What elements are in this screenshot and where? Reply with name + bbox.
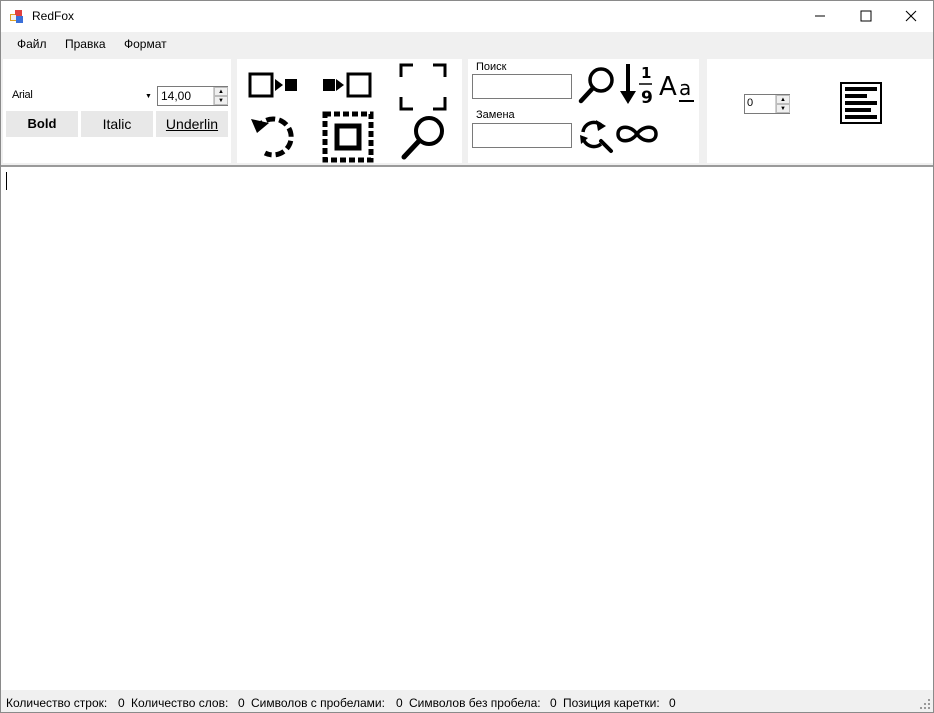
search-label: Поиск — [476, 61, 507, 73]
spin-down-icon[interactable]: ▼ — [776, 104, 790, 113]
svg-text:a: a — [679, 76, 691, 100]
menu-format[interactable]: Формат — [124, 37, 167, 51]
replace-input[interactable] — [472, 123, 572, 148]
app-icon — [10, 10, 23, 23]
menu-bar: Файл Правка Формат — [1, 32, 933, 56]
font-panel: Arial ▼ 14,00 ▲ ▼ Bold Italic Underlin — [3, 59, 231, 163]
app-window: RedFox Файл Правка Формат Arial ▼ 14,00 … — [0, 0, 934, 713]
tools-panel — [237, 59, 462, 163]
align-icon[interactable] — [840, 82, 882, 124]
sort-numeric-icon[interactable]: 1 9 — [618, 61, 656, 107]
title-bar[interactable]: RedFox — [1, 1, 933, 32]
replace-icon[interactable] — [579, 118, 615, 154]
status-bar: Количество строк: 0 Количество слов: 0 С… — [1, 690, 933, 712]
indent-stepper[interactable]: 0 ▲ ▼ — [744, 94, 790, 114]
window-title: RedFox — [32, 9, 75, 23]
align-panel: 0 ▲ ▼ — [707, 59, 933, 163]
font-size-value: 14,00 — [161, 89, 192, 103]
select-all-icon[interactable] — [322, 111, 374, 163]
font-size-stepper[interactable]: 14,00 ▲ ▼ — [157, 86, 228, 106]
bold-button[interactable]: Bold — [6, 111, 78, 137]
spin-down-icon[interactable]: ▼ — [214, 96, 228, 105]
status-chars-nospaces-label: Символов без пробела: — [409, 696, 541, 710]
spin-up-icon[interactable]: ▲ — [776, 95, 790, 104]
search-icon[interactable] — [577, 65, 617, 105]
minimize-icon[interactable] — [797, 1, 843, 31]
indent-spinner: ▲ ▼ — [775, 95, 790, 113]
status-chars-spaces-value: 0 — [396, 696, 403, 710]
menu-edit[interactable]: Правка — [65, 37, 106, 51]
select-frame-icon[interactable] — [397, 61, 449, 113]
infinity-icon[interactable] — [615, 121, 659, 147]
svg-text:A: A — [659, 72, 677, 102]
resize-grip-icon[interactable] — [919, 698, 931, 710]
status-chars-nospaces-value: 0 — [550, 696, 557, 710]
font-name-select[interactable]: Arial — [12, 89, 33, 101]
text-caret — [6, 172, 7, 190]
svg-text:1: 1 — [641, 64, 651, 82]
undo-icon[interactable] — [247, 109, 301, 163]
svg-text:9: 9 — [641, 88, 653, 107]
status-lines-value: 0 — [118, 696, 125, 710]
chevron-down-icon[interactable]: ▼ — [141, 89, 156, 105]
move-left-icon[interactable] — [321, 71, 375, 101]
status-caret-value: 0 — [669, 696, 676, 710]
font-size-spinner: ▲ ▼ — [213, 87, 228, 105]
status-words-label: Количество слов: — [131, 696, 229, 710]
search-input[interactable] — [472, 74, 572, 99]
italic-button[interactable]: Italic — [81, 111, 153, 137]
match-case-icon[interactable]: A a — [658, 67, 698, 105]
replace-label: Замена — [476, 109, 515, 121]
search-panel: Поиск Замена 1 9 A a — [468, 59, 699, 163]
maximize-icon[interactable] — [843, 1, 889, 31]
indent-value: 0 — [747, 97, 754, 109]
underline-button[interactable]: Underlin — [156, 111, 228, 137]
text-editor[interactable] — [1, 166, 933, 690]
status-caret-label: Позиция каретки: — [563, 696, 660, 710]
spin-up-icon[interactable]: ▲ — [214, 87, 228, 96]
zoom-icon[interactable] — [399, 113, 449, 163]
status-lines-label: Количество строк: — [6, 696, 108, 710]
status-words-value: 0 — [238, 696, 245, 710]
toolbar: Arial ▼ 14,00 ▲ ▼ Bold Italic Underlin П… — [1, 56, 933, 166]
status-chars-spaces-label: Символов с пробелами: — [251, 696, 385, 710]
close-icon[interactable] — [888, 1, 934, 31]
move-right-icon[interactable] — [247, 71, 301, 101]
menu-file[interactable]: Файл — [17, 37, 47, 51]
